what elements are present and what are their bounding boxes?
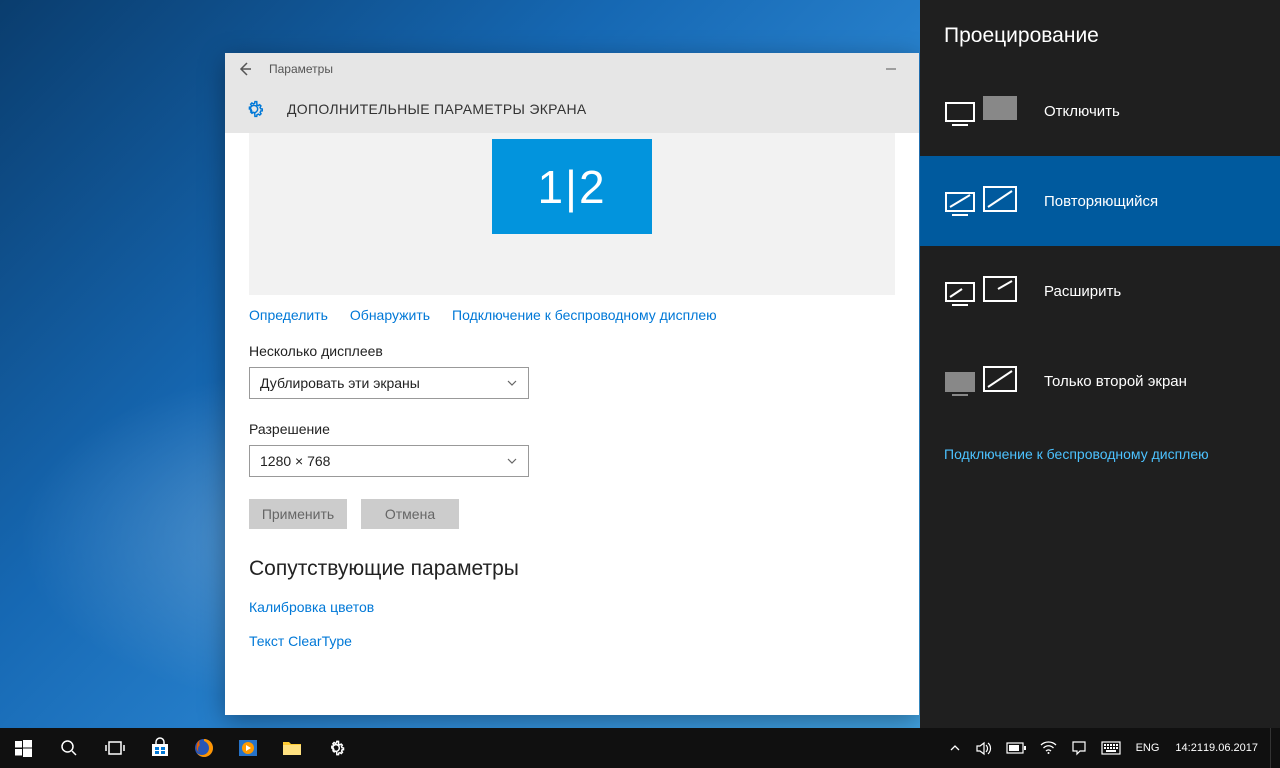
language-indicator[interactable]: ENG — [1128, 728, 1168, 768]
chevron-up-icon — [949, 742, 961, 754]
cancel-button[interactable]: Отмена — [361, 499, 459, 529]
tray-chevron-button[interactable] — [942, 728, 968, 768]
multiple-displays-group: Несколько дисплеев Дублировать эти экран… — [249, 343, 895, 399]
chevron-down-icon — [506, 377, 518, 389]
settings-titlebar[interactable]: Параметры — [225, 53, 919, 85]
back-button[interactable] — [233, 57, 257, 81]
taskbar-app-file-explorer[interactable] — [270, 728, 314, 768]
page-title: ДОПОЛНИТЕЛЬНЫЕ ПАРАМЕТРЫ ЭКРАНА — [287, 101, 587, 117]
project-panel: Проецирование Отключить Повторяющийся Ра… — [920, 0, 1280, 728]
start-button[interactable] — [0, 728, 46, 768]
search-button[interactable] — [46, 728, 92, 768]
desktop: Параметры ДОПОЛНИТЕЛЬНЫЕ ПАРАМЕТРЫ ЭКРАН… — [0, 0, 1280, 768]
tray-keyboard-button[interactable] — [1094, 728, 1128, 768]
keyboard-icon — [1101, 741, 1121, 755]
search-icon — [60, 739, 78, 757]
minimize-button[interactable] — [871, 53, 911, 85]
arrow-left-icon — [237, 61, 253, 77]
project-item-label: Отключить — [1044, 103, 1120, 120]
tray-volume-button[interactable] — [968, 728, 999, 768]
resolution-group: Разрешение 1280 × 768 — [249, 421, 895, 477]
settings-header: ДОПОЛНИТЕЛЬНЫЕ ПАРАМЕТРЫ ЭКРАНА — [225, 85, 919, 133]
folder-icon — [281, 737, 303, 759]
project-item-second-only[interactable]: Только второй экран — [920, 336, 1280, 426]
multiple-displays-select[interactable]: Дублировать эти экраны — [249, 367, 529, 399]
taskbar-app-firefox[interactable] — [182, 728, 226, 768]
project-item-label: Расширить — [1044, 283, 1121, 300]
tray-network-button[interactable] — [1033, 728, 1064, 768]
tray-action-center-button[interactable] — [1064, 728, 1094, 768]
disconnect-icon — [944, 93, 1020, 129]
taskbar-app-settings[interactable] — [314, 728, 358, 768]
gear-icon — [326, 738, 346, 758]
project-item-duplicate[interactable]: Повторяющийся — [920, 156, 1280, 246]
display-preview: 1|2 — [249, 133, 895, 295]
resolution-label: Разрешение — [249, 421, 895, 437]
media-player-icon — [237, 737, 259, 759]
resolution-select[interactable]: 1280 × 768 — [249, 445, 529, 477]
identify-link[interactable]: Определить — [249, 307, 328, 323]
show-desktop-button[interactable] — [1270, 728, 1276, 768]
resolution-value: 1280 × 768 — [260, 453, 330, 469]
monitor-tile[interactable]: 1|2 — [492, 139, 652, 234]
taskbar-clock[interactable]: 14:21 19.06.2017 — [1167, 728, 1266, 768]
project-panel-title: Проецирование — [920, 0, 1280, 66]
settings-body: 1|2 Определить Обнаружить Подключение к … — [225, 133, 919, 715]
project-wireless-link[interactable]: Подключение к беспроводному дисплею — [920, 426, 1280, 482]
taskbar-date: 19.06.2017 — [1203, 742, 1258, 755]
battery-icon — [1006, 742, 1026, 754]
chevron-down-icon — [506, 455, 518, 467]
tray-battery-button[interactable] — [999, 728, 1033, 768]
volume-icon — [975, 740, 992, 757]
apply-cancel-row: Применить Отмена — [249, 499, 895, 529]
detect-link[interactable]: Обнаружить — [350, 307, 430, 323]
firefox-icon — [193, 737, 215, 759]
windows-icon — [15, 740, 32, 757]
taskbar-app-store[interactable] — [138, 728, 182, 768]
display-links-row: Определить Обнаружить Подключение к бесп… — [249, 295, 895, 343]
project-item-label: Повторяющийся — [1044, 193, 1158, 210]
multiple-displays-label: Несколько дисплеев — [249, 343, 895, 359]
project-item-extend[interactable]: Расширить — [920, 246, 1280, 336]
multiple-displays-value: Дублировать эти экраны — [260, 375, 420, 391]
wifi-icon — [1040, 741, 1057, 755]
duplicate-icon — [944, 183, 1020, 219]
taskbar-app-media-player[interactable] — [226, 728, 270, 768]
second-only-icon — [944, 363, 1020, 399]
taskbar-time: 14:21 — [1175, 742, 1203, 755]
project-item-label: Только второй экран — [1044, 373, 1187, 390]
minimize-icon — [885, 63, 897, 75]
extend-icon — [944, 273, 1020, 309]
action-center-icon — [1071, 740, 1087, 756]
color-calibration-link[interactable]: Калибровка цветов — [249, 599, 895, 615]
gear-icon — [243, 98, 265, 120]
cleartype-link[interactable]: Текст ClearType — [249, 633, 895, 649]
window-title: Параметры — [269, 62, 333, 76]
apply-button[interactable]: Применить — [249, 499, 347, 529]
task-view-icon — [105, 740, 125, 756]
store-icon — [149, 737, 171, 759]
settings-window: Параметры ДОПОЛНИТЕЛЬНЫЕ ПАРАМЕТРЫ ЭКРАН… — [225, 53, 919, 715]
project-item-disconnect[interactable]: Отключить — [920, 66, 1280, 156]
task-view-button[interactable] — [92, 728, 138, 768]
related-settings-title: Сопутствующие параметры — [249, 557, 895, 581]
wireless-display-link[interactable]: Подключение к беспроводному дисплею — [452, 307, 717, 323]
taskbar: ENG 14:21 19.06.2017 — [0, 728, 1280, 768]
